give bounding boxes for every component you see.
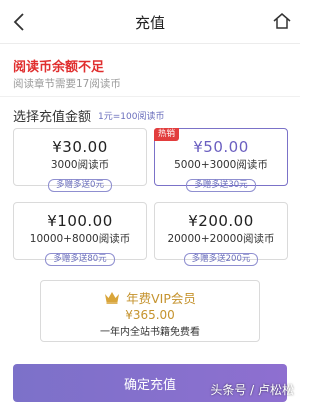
crown-icon bbox=[105, 292, 120, 304]
divider bbox=[0, 96, 300, 97]
vip-description: 一年内全站书籍免费看 bbox=[100, 327, 200, 338]
section-title: 选择充值金额 bbox=[13, 110, 92, 125]
option-coins: 5000+3000阅读币 bbox=[174, 159, 268, 171]
header-bar: 充值 bbox=[0, 0, 300, 44]
vip-price: ¥365.00 bbox=[125, 308, 175, 322]
option-bonus-badge: 多赠多送200元 bbox=[183, 253, 259, 266]
option-bonus-badge: 多赠多送80元 bbox=[45, 253, 115, 266]
option-price: ¥30.00 bbox=[52, 138, 108, 156]
balance-warning: 阅读币余额不足 bbox=[13, 60, 105, 75]
recharge-option-100[interactable]: ¥100.00 10000+8000阅读币 多赠多送80元 bbox=[13, 202, 147, 266]
vip-header: 年费VIP会员 bbox=[41, 288, 259, 307]
recharge-option-200[interactable]: ¥200.00 20000+20000阅读币 多赠多送200元 bbox=[154, 202, 288, 266]
option-bonus-badge: 多赠多送30元 bbox=[186, 179, 256, 192]
option-coins: 10000+8000阅读币 bbox=[29, 233, 131, 245]
recharge-option-50[interactable]: 热销 ¥50.00 5000+3000阅读币 多赠多送30元 bbox=[154, 128, 288, 192]
option-price: ¥200.00 bbox=[188, 212, 254, 230]
option-bonus-badge: 多赠多送0元 bbox=[48, 179, 112, 192]
page-title: 充值 bbox=[134, 14, 165, 32]
option-coins: 20000+20000阅读币 bbox=[167, 233, 275, 245]
exchange-rate: 1元=100阅读币 bbox=[98, 112, 165, 122]
required-coins-note: 阅读章节需要17阅读币 bbox=[13, 78, 121, 90]
vip-annual-option[interactable]: 年费VIP会员 ¥365.00 一年内全站书籍免费看 bbox=[40, 280, 260, 342]
watermark: 头条号 / 卢松松 bbox=[210, 383, 294, 397]
option-coins: 3000阅读币 bbox=[50, 159, 110, 171]
hot-sale-badge: 热销 bbox=[154, 128, 180, 141]
recharge-option-30[interactable]: ¥30.00 3000阅读币 多赠多送0元 bbox=[13, 128, 147, 192]
vip-title: 年费VIP会员 bbox=[126, 291, 196, 306]
home-icon[interactable] bbox=[272, 11, 292, 31]
option-price: ¥100.00 bbox=[47, 212, 113, 230]
